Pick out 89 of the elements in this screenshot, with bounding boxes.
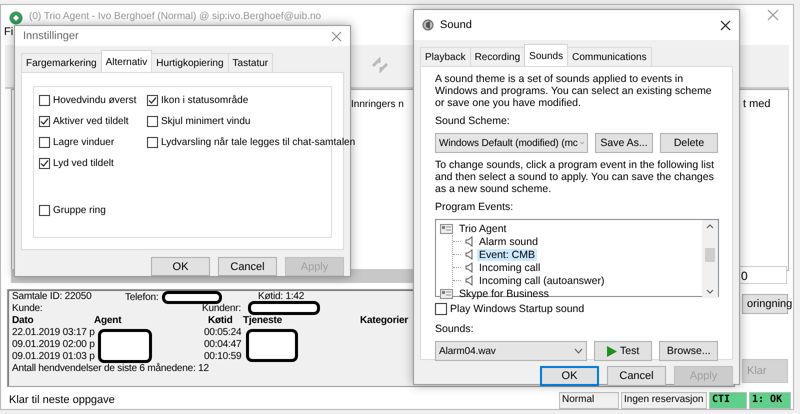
counter-field: 0 [737,266,787,284]
intro-text: A sound theme is a set of sounds applied to events in Windows and programs. You can select an existing scheme or save one you have modified. [435,73,713,109]
checkbox[interactable] [39,205,50,216]
speaker-icon [465,236,473,247]
checkbox-label: Gruppe ring [53,205,106,216]
scrollbar[interactable] [702,220,718,298]
checkbox[interactable] [39,158,50,169]
checkbox-label: Ikon i statusområde [161,95,248,106]
window-title: (0) Trio Agent - Ivo Berghoef (Normal) @ sip:ivo.Berghoef@uib.no [29,11,322,22]
checkbox-label: Aktiver ved tildelt [53,116,129,127]
instruction-text: To change sounds, click a program event in the following list and then select a sound to apply. You can save the changes as a new sound scheme. [435,159,715,195]
checkbox[interactable] [147,95,158,106]
checkbox[interactable] [39,95,50,106]
checkbox[interactable] [39,116,50,127]
queue-time: Køtid: 1:42 [258,291,304,302]
dialog-button[interactable]: OK [151,257,210,276]
sound-dropdown[interactable]: Alarm04.wav [435,341,587,361]
checkbox-label: Lyd ved tildelt [53,158,114,169]
checkbox[interactable] [147,116,158,127]
column-header: Agent [94,315,122,326]
field-label: Sound Scheme: [435,115,511,127]
checkbox-label: Lagre vinduer [53,137,114,148]
event-item[interactable]: Incoming call [477,262,542,274]
column-header: Tjeneste [243,315,282,326]
checkbox-label: Skjul minimert vindu [161,116,250,127]
event-item[interactable]: Trio Agent [457,222,508,234]
phone-label: Telefon: [125,292,158,303]
status-field: CTI [709,392,747,409]
tab[interactable]: Alternativ [100,50,152,72]
speaker-icon [465,249,473,260]
column-header: Kategorier [360,315,408,326]
status-field: Normal [559,392,619,409]
status-field: 1: OK [749,392,791,409]
customer-number-label: Kundenr: [202,303,241,314]
table-cell: 22.01.2019 03:17 p [12,327,95,338]
event-item[interactable]: Incoming call (autoanswer) [477,274,606,286]
redaction-mark [98,329,152,363]
tab[interactable]: Hurtigkopiering [151,53,229,72]
sound-button[interactable]: Browse... [659,341,718,361]
play-icon [607,346,618,356]
checkbox-label: Lydvarsling når tale legges til chat-samtalen [161,137,356,148]
column-header: t med [743,98,771,110]
table-cell: 09.01.2019 01:03 p [12,351,95,362]
column-header: Dato [12,315,34,326]
checkbox-label: Play Windows Startup sound [450,303,584,315]
scheme-button[interactable]: Delete [660,133,718,153]
tab[interactable]: Playback [420,47,471,66]
column-header: Køtid [208,315,233,326]
status-message: Klar til neste oppgave [9,394,115,406]
status-field: Ingen reservasjon [621,392,707,409]
tab[interactable]: Fargemarkering [21,53,102,72]
chevron-down-icon [580,140,584,146]
redaction-mark [248,301,320,315]
tab[interactable]: Tastatur [228,53,274,72]
table-cell: 00:10:59 [204,351,242,362]
tab[interactable]: Sounds [524,44,568,66]
event-item[interactable]: Skype for Business [457,288,551,300]
checkbox[interactable] [435,303,447,315]
checkbox[interactable] [39,137,50,148]
dialog-button[interactable]: Cancel [218,257,277,276]
scheme-dropdown[interactable]: Windows Default (modified) (mc [435,133,588,153]
dialog-button[interactable]: Cancel [607,366,666,386]
dialog-title: Sound [440,19,473,31]
speaker-icon [465,275,473,286]
event-item[interactable]: Event: CMB [477,248,538,260]
table-cell: 09.01.2019 02:00 p [12,339,95,350]
redaction-mark [162,291,222,304]
speaker-icon [422,19,434,31]
field-label: Program Events: [435,201,514,213]
chevron-down-icon [574,348,583,354]
sound-button[interactable]: Test [594,341,652,361]
speaker-icon [465,262,473,273]
close-icon[interactable] [720,20,731,30]
menu-item[interactable]: Fi [4,26,14,38]
tab[interactable]: Communications [567,47,652,66]
table-cell: 00:04:47 [204,339,242,350]
summary-text: Antall hendvendelser de siste 6 månedene: 12 [12,363,209,374]
redaction-mark [246,329,298,362]
call-id: Samtale ID: 22050 [12,291,92,302]
customer-label: Kunde: [12,303,42,314]
table-cell: 00:05:24 [204,327,242,338]
event-item[interactable]: Alarm sound [477,236,540,248]
scheme-button[interactable]: Save As... [595,133,653,153]
field-label: Sounds: [435,323,475,335]
column-header: Innringers n [351,99,404,110]
checkbox-label: Hovedvindu øverst [53,95,136,106]
dialog-button[interactable]: OK [540,366,599,386]
dialog-title: Innstillinger [23,30,80,42]
checkbox[interactable] [147,137,158,148]
